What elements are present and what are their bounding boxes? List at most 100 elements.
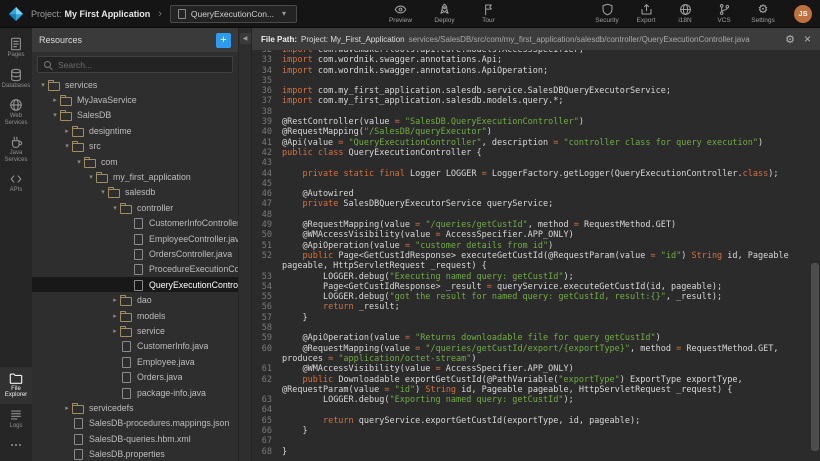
export-button[interactable]: Export: [631, 3, 661, 24]
code-line[interactable]: 64: [252, 405, 807, 415]
rail-item-databases[interactable]: Databases: [0, 64, 32, 95]
caret-right-icon[interactable]: ▸: [50, 96, 60, 104]
tree-item-src[interactable]: ▾src: [32, 139, 238, 154]
code-line[interactable]: 55 LOGGER.debug("got the result for name…: [252, 292, 807, 302]
editor-scrollbar-thumb[interactable]: [811, 263, 819, 451]
code-line[interactable]: 45: [252, 179, 807, 189]
caret-right-icon[interactable]: ▸: [110, 327, 120, 335]
tree-item-services[interactable]: ▾services: [32, 77, 238, 92]
code-line[interactable]: 50 @WMAccessVisibility(value = AccessSpe…: [252, 230, 807, 240]
close-file-icon[interactable]: ×: [804, 33, 811, 45]
search-input[interactable]: [58, 60, 232, 70]
code-line[interactable]: 48: [252, 210, 807, 220]
code-line[interactable]: 53 LOGGER.debug("Executing named query: …: [252, 272, 807, 282]
code-line[interactable]: 36import com.my_first_application.salesd…: [252, 86, 807, 96]
editor-settings-gear-icon[interactable]: ⚙: [785, 33, 795, 46]
open-file-dropdown[interactable]: QueryExecutionCon... ▾: [170, 5, 297, 23]
tour-button[interactable]: Tour: [474, 3, 504, 24]
caret-down-icon[interactable]: ▾: [98, 188, 108, 196]
tree-item-orderscontroller-java[interactable]: OrdersController.java: [32, 246, 238, 261]
code-line[interactable]: 42public class QueryExecutionController …: [252, 148, 807, 158]
tree-item-com[interactable]: ▾com: [32, 154, 238, 169]
tree-item-dao[interactable]: ▸dao: [32, 292, 238, 307]
tree-item-salesdb-queries-hbm-xml[interactable]: SalesDB-queries.hbm.xml: [32, 431, 238, 446]
tree-item-salesdb-properties[interactable]: SalesDB.properties: [32, 446, 238, 461]
tree-item-salesdb[interactable]: ▾SalesDB: [32, 108, 238, 123]
code-line[interactable]: 57 }: [252, 313, 807, 323]
code-line[interactable]: 52 public Page<GetCustIdResponse> execut…: [252, 251, 807, 272]
tree-item-salesdb[interactable]: ▾salesdb: [32, 185, 238, 200]
tree-item-service[interactable]: ▸service: [32, 323, 238, 338]
code-line[interactable]: 49 @RequestMapping(value = "/queries/get…: [252, 220, 807, 230]
code-line[interactable]: 65 return queryService.exportGetCustId(e…: [252, 416, 807, 426]
code-line[interactable]: 63 LOGGER.debug("Exporting named query: …: [252, 395, 807, 405]
tree-item-package-info-java[interactable]: package-info.java: [32, 385, 238, 400]
code-line[interactable]: 61 @WMAccessVisibility(value = AccessSpe…: [252, 364, 807, 374]
code-area[interactable]: 32import com.wavemaker.tools.api.core.mo…: [252, 50, 820, 461]
collapse-panel-icon[interactable]: ◀: [240, 33, 251, 44]
code-line[interactable]: 43: [252, 158, 807, 168]
caret-right-icon[interactable]: ▸: [62, 404, 72, 412]
i18n-button[interactable]: i18N: [670, 3, 700, 24]
code-line[interactable]: 41@Api(value = "QueryExecutionController…: [252, 138, 807, 148]
code-line[interactable]: 35: [252, 76, 807, 86]
rail-item-logs[interactable]: Logs: [0, 404, 32, 435]
tree-item-controller[interactable]: ▾controller: [32, 200, 238, 215]
tree-item-salesdb-procedures-mappings-json[interactable]: SalesDB-procedures.mappings.json: [32, 416, 238, 431]
code-line[interactable]: 46 @Autowired: [252, 189, 807, 199]
code-line[interactable]: 37import com.my_first_application.salesd…: [252, 96, 807, 106]
tree-item-queryexecutioncontroller-java[interactable]: QueryExecutionController.java: [32, 277, 238, 292]
tree-item-myjavaservice[interactable]: ▸MyJavaService: [32, 92, 238, 107]
vcs-button[interactable]: VCS: [709, 3, 739, 24]
security-button[interactable]: Security: [592, 3, 622, 24]
rail-item-java-services[interactable]: Java Services: [0, 131, 32, 168]
caret-down-icon[interactable]: ▾: [62, 142, 72, 150]
code-line[interactable]: 54 Page<GetCustIdResponse> _result = que…: [252, 282, 807, 292]
tree-item-my-first-application[interactable]: ▾my_first_application: [32, 169, 238, 184]
tree-item-models[interactable]: ▸models: [32, 308, 238, 323]
code-line[interactable]: 67: [252, 436, 807, 446]
rail-item-file-explorer[interactable]: File Explorer: [0, 367, 32, 404]
tree-item-customerinfo-java[interactable]: CustomerInfo.java: [32, 339, 238, 354]
deploy-button[interactable]: Deploy: [430, 3, 460, 24]
caret-down-icon[interactable]: ▾: [74, 158, 84, 166]
rail-item-web-services[interactable]: Web Services: [0, 94, 32, 131]
tree-item-customerinfocontroller-java[interactable]: CustomerInfoController.java: [32, 216, 238, 231]
panel-splitter[interactable]: ◀: [238, 28, 252, 461]
code-line[interactable]: 47 private SalesDBQueryExecutorService q…: [252, 199, 807, 209]
caret-right-icon[interactable]: ▸: [110, 312, 120, 320]
code-line[interactable]: 68}: [252, 447, 807, 457]
code-line[interactable]: 44 private static final Logger LOGGER = …: [252, 169, 807, 179]
caret-down-icon[interactable]: ▾: [38, 81, 48, 89]
caret-right-icon[interactable]: ▸: [62, 127, 72, 135]
caret-right-icon[interactable]: ▸: [110, 296, 120, 304]
caret-down-icon[interactable]: ▾: [50, 111, 60, 119]
tree-item-procedureexecutioncontroller-java[interactable]: ProcedureExecutionController.java: [32, 262, 238, 277]
tree-item-employee-java[interactable]: Employee.java: [32, 354, 238, 369]
settings-button[interactable]: ⚙ Settings: [748, 3, 778, 24]
code-line[interactable]: 38: [252, 107, 807, 117]
caret-down-icon[interactable]: ▾: [86, 173, 96, 181]
code-line[interactable]: 51 @ApiOperation(value = "customer detai…: [252, 241, 807, 251]
code-line[interactable]: 40@RequestMapping("/SalesDB/queryExecuto…: [252, 127, 807, 137]
code-line[interactable]: 58: [252, 323, 807, 333]
rail-item-more[interactable]: [0, 434, 32, 457]
rail-item-pages[interactable]: Pages: [0, 33, 32, 64]
caret-down-icon[interactable]: ▾: [110, 204, 120, 212]
code-line[interactable]: 59 @ApiOperation(value = "Returns downlo…: [252, 333, 807, 343]
code-line[interactable]: 66 }: [252, 426, 807, 436]
tree-item-servicedefs[interactable]: ▸servicedefs: [32, 400, 238, 415]
user-avatar[interactable]: JS: [794, 5, 812, 23]
code-line[interactable]: 33import com.wordnik.swagger.annotations…: [252, 55, 807, 65]
preview-button[interactable]: Preview: [386, 3, 416, 24]
add-resource-button[interactable]: +: [216, 33, 231, 48]
code-line[interactable]: 56 return _result;: [252, 302, 807, 312]
tree-item-designtime[interactable]: ▸designtime: [32, 123, 238, 138]
tree-item-employeecontroller-java[interactable]: EmployeeController.java: [32, 231, 238, 246]
code-line[interactable]: 62 public Downloadable exportGetCustId(@…: [252, 375, 807, 396]
code-line[interactable]: 39@RestController(value = "SalesDB.Query…: [252, 117, 807, 127]
tree-item-orders-java[interactable]: Orders.java: [32, 369, 238, 384]
rail-item-apis[interactable]: APIs: [0, 168, 32, 199]
code-line[interactable]: 60 @RequestMapping(value = "/queries/get…: [252, 344, 807, 365]
code-line[interactable]: 34import com.wordnik.swagger.annotations…: [252, 66, 807, 76]
